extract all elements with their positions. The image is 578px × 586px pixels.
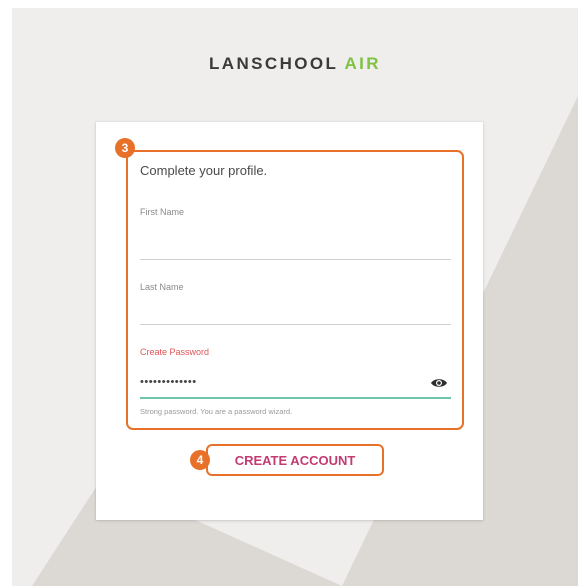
first-name-input[interactable] [140, 233, 451, 260]
password-input[interactable] [140, 372, 430, 392]
callout-badge-3: 3 [115, 138, 135, 158]
create-account-button[interactable]: CREATE ACCOUNT [208, 446, 382, 474]
last-name-label: Last Name [140, 282, 184, 292]
password-underline [140, 397, 451, 399]
logo-accent-text: AIR [344, 54, 381, 73]
first-name-label: First Name [140, 207, 185, 217]
eye-icon[interactable] [430, 376, 448, 388]
password-label: Create Password [140, 347, 210, 357]
last-name-input[interactable] [140, 298, 451, 325]
logo-main-text: LANSCHOOL [209, 54, 338, 73]
callout-badge-4: 4 [190, 450, 210, 470]
form-heading: Complete your profile. [140, 163, 268, 178]
password-strength-hint: Strong password. You are a password wiza… [140, 407, 293, 416]
app-logo: LANSCHOOL AIR [12, 54, 578, 74]
